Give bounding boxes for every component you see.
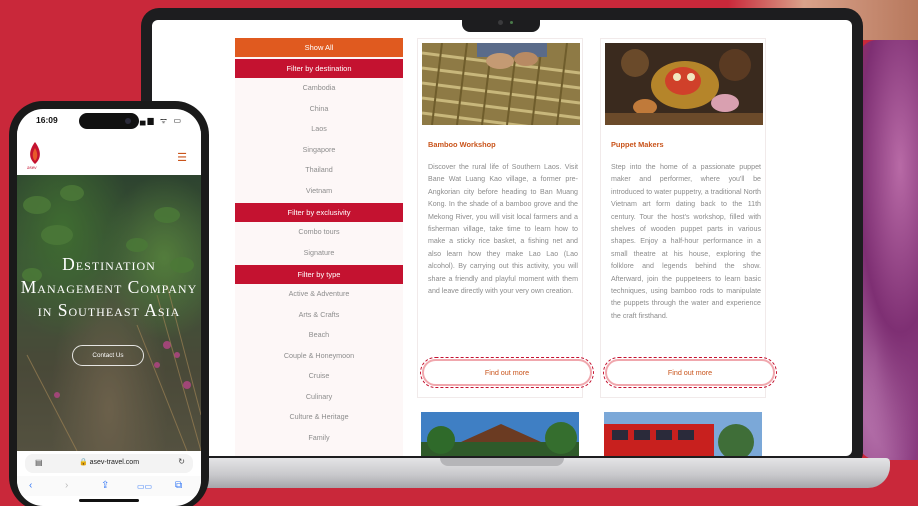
laptop-hinge xyxy=(440,458,564,466)
laptop-notch xyxy=(462,14,540,32)
hero-section: Destination Management Company in Southe… xyxy=(17,175,201,451)
filter-option[interactable]: Cambodia xyxy=(235,78,403,99)
laptop-screen: Show All Filter by destination Cambodia Ch… xyxy=(152,20,852,456)
filter-option[interactable]: Beach xyxy=(235,325,403,346)
find-out-more-button[interactable]: Find out more xyxy=(603,357,777,388)
address-bar[interactable]: ▤ 🔒 asev-travel.com ↻ xyxy=(25,454,193,473)
hero-title: Destination Management Company in Southe… xyxy=(20,254,198,320)
filter-heading: Filter by exclusivity xyxy=(235,203,403,222)
url-text: 🔒 asev-travel.com xyxy=(78,459,140,466)
signal-wifi-battery-icon: ▂▄▆ ᯤ ▭ xyxy=(131,116,183,125)
home-indicator xyxy=(79,499,139,502)
filter-option[interactable]: China xyxy=(235,99,403,120)
logo-text: asev xyxy=(27,165,37,170)
card-title[interactable]: Puppet Makers xyxy=(611,140,664,149)
card-description: Step into the home of a passionate puppe… xyxy=(611,163,761,320)
dynamic-island xyxy=(79,113,139,129)
show-all-button[interactable]: Show All xyxy=(235,38,403,57)
filter-option[interactable]: Singapore xyxy=(235,140,403,161)
site-header: asev ☰ xyxy=(17,131,201,175)
status-time: 16:09 xyxy=(36,115,58,125)
filter-option[interactable]: Culinary xyxy=(235,387,403,408)
find-out-more-button[interactable]: Find out more xyxy=(420,357,594,388)
filter-option[interactable]: Signature xyxy=(235,243,403,264)
reload-icon[interactable]: ↻ xyxy=(178,457,185,466)
card-title[interactable]: Bamboo Workshop xyxy=(428,140,496,149)
next-card-image-1 xyxy=(421,412,587,456)
filter-heading: Filter by type xyxy=(235,265,403,284)
phone-screen: 16:09 ▂▄▆ ᯤ ▭ asev ☰ Destination Managem… xyxy=(17,109,201,506)
water-puppet-image xyxy=(605,43,763,125)
experience-card-bamboo-workshop: Bamboo Workshop Discover the rural life … xyxy=(417,38,594,398)
filter-option[interactable]: Laos xyxy=(235,119,403,140)
filter-option[interactable]: Cruise xyxy=(235,366,403,387)
card-description: Discover the rural life of Southern Laos… xyxy=(428,163,578,296)
forward-icon[interactable]: › xyxy=(65,480,68,491)
filter-sidebar: Show All Filter by destination Cambodia Ch… xyxy=(235,38,403,456)
browser-toolbar: ‹ › ⇪ ▭▭ ⧉ xyxy=(17,476,201,496)
filter-option[interactable]: Thailand xyxy=(235,160,403,181)
next-card-image-2 xyxy=(604,412,770,456)
filter-option[interactable]: Family xyxy=(235,428,403,449)
url-value: asev-travel.com xyxy=(89,459,140,466)
contact-us-button[interactable]: Contact Us xyxy=(72,345,144,366)
filter-option[interactable]: Couple & Honeymoon xyxy=(235,346,403,367)
status-bar: 16:09 ▂▄▆ ᯤ ▭ xyxy=(17,109,201,131)
filter-option[interactable]: Combo tours xyxy=(235,222,403,243)
filter-option[interactable]: Vietnam xyxy=(235,181,403,202)
filter-heading: Filter by destination xyxy=(235,59,403,78)
filter-option[interactable]: Culture & Heritage xyxy=(235,407,403,428)
bamboo-weaving-image xyxy=(422,43,580,125)
filter-option[interactable]: Active & Adventure xyxy=(235,284,403,305)
back-icon[interactable]: ‹ xyxy=(29,480,32,491)
share-icon[interactable]: ⇪ xyxy=(101,480,109,491)
hamburger-menu-icon[interactable]: ☰ xyxy=(177,151,187,164)
tabs-icon[interactable]: ⧉ xyxy=(175,480,182,491)
bookmarks-icon[interactable]: ▭▭ xyxy=(137,482,152,491)
experience-card-puppet-makers: Puppet Makers Step into the home of a pa… xyxy=(600,38,777,398)
filter-option[interactable]: Arts & Crafts xyxy=(235,305,403,326)
